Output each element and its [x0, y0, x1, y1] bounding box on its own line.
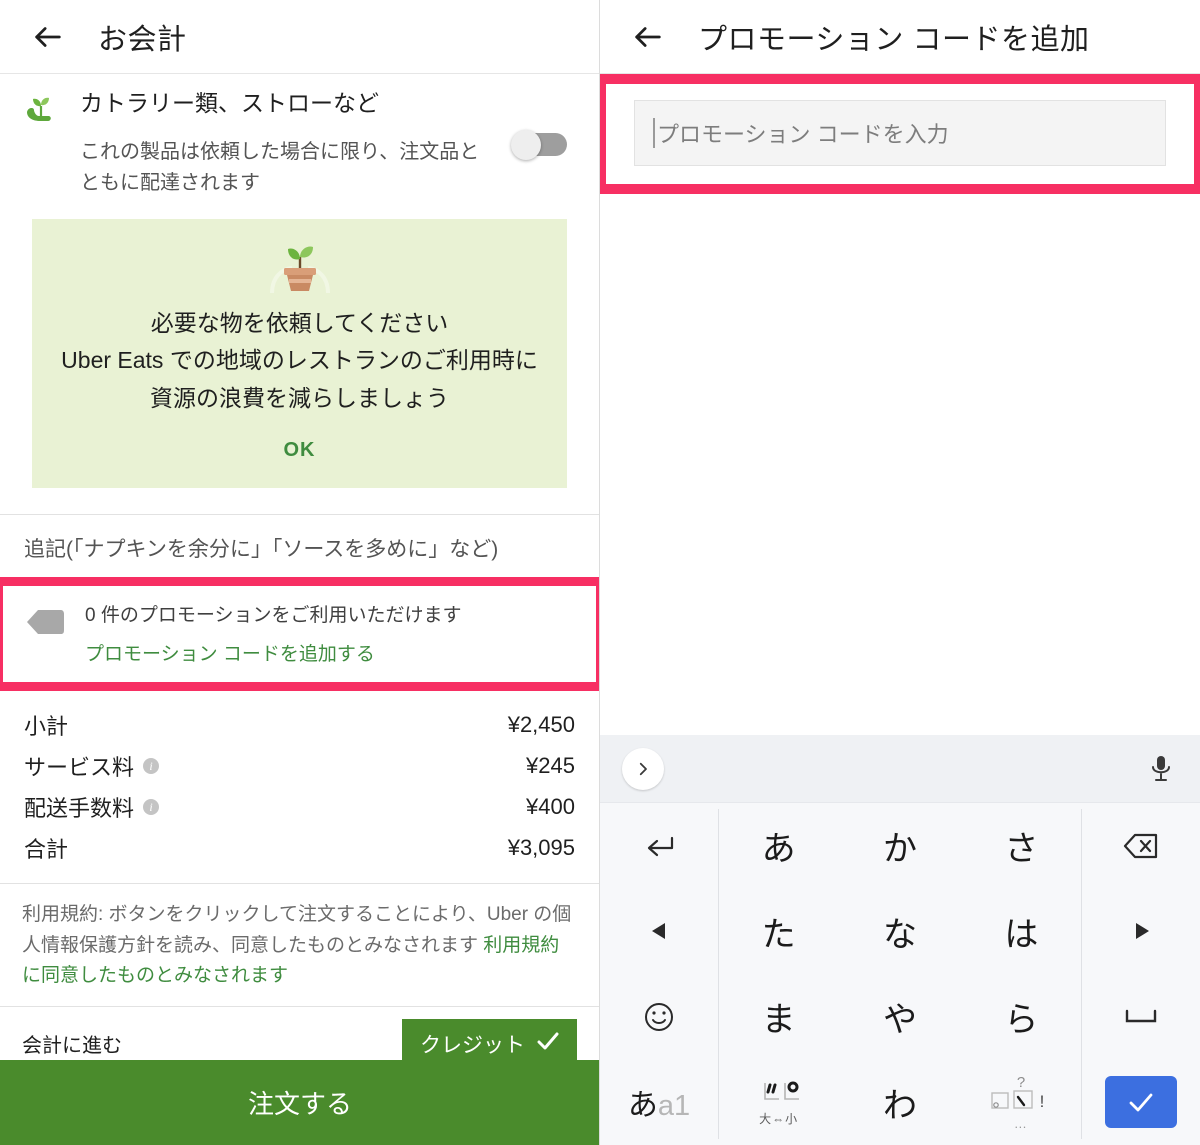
- place-order-button[interactable]: 注文する: [0, 1060, 599, 1145]
- key-mode-latin: a1: [657, 1090, 691, 1123]
- price-summary: 小計 ¥2,450 サービス料 i ¥245 配送手数料 i ¥400 合計 ¥…: [0, 691, 599, 877]
- promo-highlight-box: 0 件のプロモーションをご利用いただけます プロモーション コードを追加する: [0, 576, 599, 691]
- price-label: 配送手数料: [24, 796, 135, 822]
- eco-line-2: Uber Eats での地域のレストランのご利用時に: [61, 347, 538, 374]
- back-arrow-icon[interactable]: [28, 17, 68, 57]
- check-icon: [537, 1032, 559, 1056]
- cutlery-title: カトラリー類、ストローなど: [80, 90, 379, 116]
- key-dakuten[interactable]: 大⇔小: [718, 1060, 839, 1145]
- back-arrow-icon[interactable]: [628, 17, 668, 57]
- key-mode-kana: あ: [627, 1089, 658, 1123]
- price-label: サービス料: [24, 755, 135, 781]
- proceed-to-checkout-label: 会計に進む: [22, 1035, 122, 1058]
- keyboard-divider: [1081, 809, 1082, 1139]
- place-order-label: 注文する: [247, 1089, 352, 1119]
- chevron-right-icon[interactable]: [622, 747, 664, 790]
- key-backspace[interactable]: [1082, 803, 1200, 889]
- key-mode[interactable]: あ a1: [600, 1060, 718, 1145]
- key-emoji[interactable]: [600, 974, 718, 1060]
- svg-text:?: ?: [1017, 1074, 1025, 1091]
- checkout-screen: お会計 カトラリー類、ストローなど これの製品は依頼した場合に限り、注文品ととも…: [0, 0, 600, 1145]
- key-punct[interactable]: ? ! …: [961, 1060, 1082, 1145]
- price-value: ¥400: [526, 794, 575, 820]
- price-value: ¥3,095: [507, 835, 575, 861]
- promo-code-screen: プロモーション コードを追加 プロモーション コードを入力 あ か さ た な …: [600, 0, 1200, 1145]
- promo-row[interactable]: 0 件のプロモーションをご利用いただけます プロモーション コードを追加する: [3, 600, 596, 666]
- key-ta[interactable]: た: [718, 889, 839, 975]
- key-left[interactable]: [600, 889, 718, 975]
- key-space[interactable]: [1082, 974, 1200, 1060]
- japanese-keyboard: あ か さ た な は ま や ら あ a1 大⇔小 わ ? ! …: [600, 735, 1200, 1145]
- order-note-label[interactable]: 追記(「ナプキンを余分に」「ソースを多めに」など): [0, 515, 599, 573]
- add-promo-code-link[interactable]: プロモーション コードを追加する: [85, 639, 461, 666]
- enter-key-surface: [1105, 1076, 1177, 1129]
- terms-text: 利用規約: ボタンをクリックして注文することにより、Uber の個人情報保護方針…: [0, 884, 599, 1006]
- eco-line-1: 必要な物を依頼してください: [150, 310, 449, 336]
- key-ma[interactable]: ま: [718, 974, 839, 1060]
- right-appbar: プロモーション コードを追加: [600, 0, 1200, 74]
- dual-screenshot: お会計 カトラリー類、ストローなど これの製品は依頼した場合に限り、注文品ととも…: [0, 0, 1200, 1145]
- left-appbar: お会計: [0, 0, 599, 74]
- table-row: サービス料 i ¥245: [24, 746, 575, 787]
- eco-info-card: 必要な物を依頼してください Uber Eats での地域のレストランのご利用時に…: [32, 219, 567, 488]
- page-title: お会計: [98, 23, 187, 56]
- key-right[interactable]: [1082, 889, 1200, 975]
- promo-code-placeholder: プロモーション コードを入力: [657, 122, 949, 147]
- key-ra[interactable]: ら: [961, 974, 1082, 1060]
- keyboard-toolbar: [600, 735, 1200, 803]
- price-label: 小計: [24, 714, 69, 740]
- microphone-icon[interactable]: [1144, 752, 1178, 786]
- table-row: 合計 ¥3,095: [24, 828, 575, 869]
- table-row: 小計 ¥2,450: [24, 705, 575, 746]
- info-icon[interactable]: i: [143, 799, 160, 816]
- page-title: プロモーション コードを追加: [698, 23, 1090, 56]
- cutlery-toggle[interactable]: [511, 130, 567, 160]
- promo-available-text: 0 件のプロモーションをご利用いただけます: [85, 604, 462, 626]
- key-ya[interactable]: や: [839, 974, 960, 1060]
- key-wa[interactable]: わ: [839, 1060, 960, 1145]
- key-punct-more: …: [1013, 1115, 1029, 1131]
- toggle-knob: [511, 130, 541, 160]
- price-label: 合計: [24, 837, 69, 863]
- price-value: ¥2,450: [507, 712, 575, 738]
- key-ka[interactable]: か: [839, 803, 960, 889]
- potted-seedling-icon: [262, 241, 338, 297]
- key-sa[interactable]: さ: [961, 803, 1082, 889]
- promo-input-highlight-box: プロモーション コードを入力: [600, 74, 1200, 194]
- key-ha[interactable]: は: [961, 889, 1082, 975]
- info-icon[interactable]: i: [143, 758, 160, 775]
- key-na[interactable]: な: [839, 889, 960, 975]
- sprout-hand-icon: [24, 92, 58, 127]
- key-a[interactable]: あ: [718, 803, 839, 889]
- cutlery-subtitle: これの製品は依頼した場合に限り、注文品とともに配達されます: [80, 141, 480, 194]
- eco-line-3: 資源の浪費を減らしましょう: [150, 384, 449, 411]
- table-row: 配送手数料 i ¥400: [24, 787, 575, 828]
- promo-code-input[interactable]: プロモーション コードを入力: [634, 100, 1166, 166]
- keyboard-keys: あ か さ た な は ま や ら あ a1 大⇔小 わ ? ! …: [600, 803, 1200, 1145]
- price-value: ¥245: [526, 753, 575, 779]
- payment-method-label: クレジット: [420, 1033, 525, 1057]
- key-enter[interactable]: [1082, 1060, 1200, 1145]
- eco-ok-button[interactable]: OK: [52, 439, 547, 462]
- key-dakuten-sublabel: 大⇔小: [759, 1112, 799, 1127]
- price-tag-icon: [21, 606, 65, 643]
- svg-text:!: !: [1040, 1092, 1045, 1111]
- keyboard-divider: [718, 809, 719, 1139]
- text-caret: [653, 118, 655, 148]
- key-undo[interactable]: [600, 803, 718, 889]
- cutlery-section: カトラリー類、ストローなど これの製品は依頼した場合に限り、注文品とともに配達さ…: [0, 74, 599, 209]
